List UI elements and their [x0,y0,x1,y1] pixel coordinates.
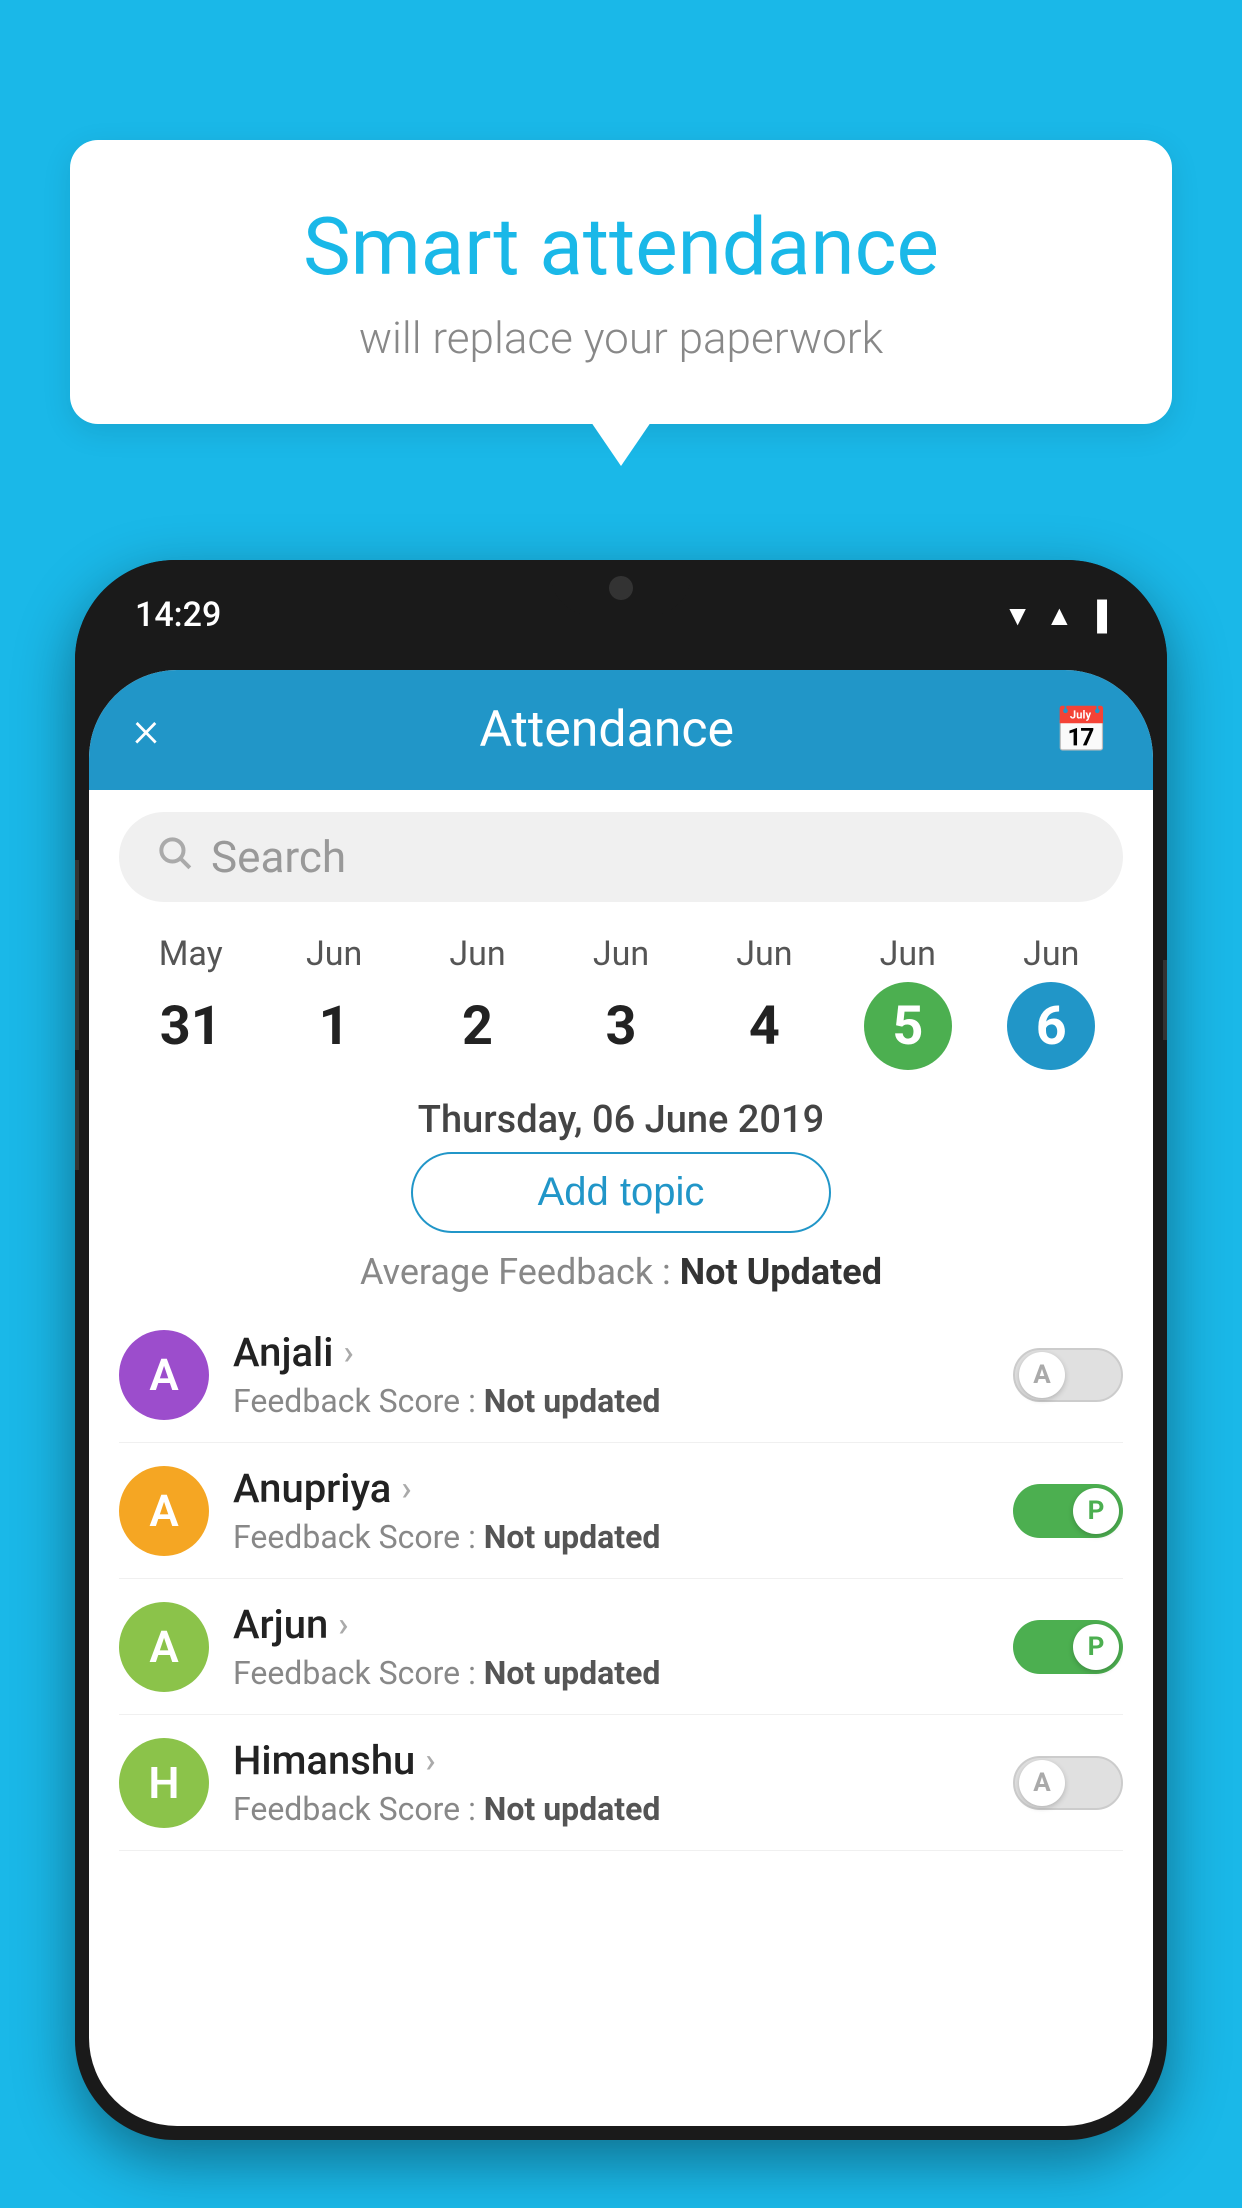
search-placeholder: Search [211,831,346,883]
bubble-subtitle: will replace your paperwork [150,312,1092,364]
toggle-knob: P [1073,1488,1119,1534]
date-number: 3 [577,982,665,1070]
phone-mute-button [75,860,79,920]
feedback-score: Feedback Score : Not updated [233,1654,989,1692]
toggle-container[interactable]: A [1013,1756,1123,1810]
date-number: 1 [290,982,378,1070]
chevron-right-icon: › [338,1605,348,1645]
student-item: A Anjali › Feedback Score : Not updated A [119,1307,1123,1443]
date-item[interactable]: May 31 [147,934,235,1070]
date-month: Jun [593,934,649,974]
date-number: 4 [720,982,808,1070]
phone-screen: × Attendance 📅 Search May31Jun1Jun2Jun3J… [89,670,1153,2126]
date-number: 6 [1007,982,1095,1070]
date-number: 2 [434,982,522,1070]
wifi-icon: ▼ [1004,599,1032,632]
student-item: A Anupriya › Feedback Score : Not updated P [119,1443,1123,1579]
date-item[interactable]: Jun 6 [1007,934,1095,1070]
date-month: May [159,934,223,974]
selected-date: Thursday, 06 June 2019 [89,1098,1153,1142]
student-info: Anupriya › Feedback Score : Not updated [233,1465,989,1556]
toggle-container[interactable]: A [1013,1348,1123,1402]
feedback-score: Feedback Score : Not updated [233,1790,989,1828]
phone-volume-down-button [75,1070,79,1170]
chevron-right-icon: › [343,1333,353,1373]
attendance-toggle[interactable]: P [1013,1484,1123,1538]
student-info: Arjun › Feedback Score : Not updated [233,1601,989,1692]
date-item[interactable]: Jun 1 [290,934,378,1070]
student-name[interactable]: Anupriya › [233,1465,989,1512]
app-title: Attendance [479,701,734,759]
date-number: 31 [147,982,235,1070]
student-name[interactable]: Himanshu › [233,1737,989,1784]
avatar: A [119,1466,209,1556]
student-name[interactable]: Arjun › [233,1601,989,1648]
date-month: Jun [736,934,792,974]
status-icons: ▼ ▲ ▐ [1004,599,1107,632]
avg-feedback-value: Not Updated [680,1251,882,1293]
attendance-toggle[interactable]: A [1013,1348,1123,1402]
search-icon [155,833,193,882]
avg-feedback-label: Average Feedback : [360,1251,680,1293]
student-item: H Himanshu › Feedback Score : Not updated A [119,1715,1123,1851]
student-item: A Arjun › Feedback Score : Not updated P [119,1579,1123,1715]
battery-icon: ▐ [1087,599,1107,632]
phone-frame: 14:29 ▼ ▲ ▐ × Attendance 📅 Search [75,560,1167,2140]
date-month: Jun [306,934,362,974]
chevron-right-icon: › [401,1469,411,1509]
status-time: 14:29 [135,595,221,635]
chevron-right-icon: › [425,1741,435,1781]
feedback-score: Feedback Score : Not updated [233,1518,989,1556]
avatar: H [119,1738,209,1828]
date-month: Jun [1023,934,1079,974]
toggle-knob: P [1073,1624,1119,1670]
student-list: AAnjali ›Feedback Score : Not updatedAAA… [89,1307,1153,1851]
bubble-title: Smart attendance [150,200,1092,294]
student-info: Himanshu › Feedback Score : Not updated [233,1737,989,1828]
signal-icon: ▲ [1045,599,1073,632]
close-button[interactable]: × [133,701,159,759]
attendance-toggle[interactable]: A [1013,1756,1123,1810]
phone-notch [551,560,691,615]
date-item[interactable]: Jun 3 [577,934,665,1070]
phone-power-button [1163,960,1167,1040]
add-topic-button[interactable]: Add topic [411,1152,831,1233]
date-item[interactable]: Jun 5 [864,934,952,1070]
date-month: Jun [449,934,505,974]
attendance-toggle[interactable]: P [1013,1620,1123,1674]
toggle-knob: A [1019,1352,1065,1398]
front-camera [609,576,633,600]
toggle-container[interactable]: P [1013,1484,1123,1538]
date-strip: May 31 Jun 1 Jun 2 Jun 3 Jun 4 Jun 5 Jun 6 [89,924,1153,1080]
avg-feedback: Average Feedback : Not Updated [89,1251,1153,1293]
feedback-score: Feedback Score : Not updated [233,1382,989,1420]
date-item[interactable]: Jun 2 [434,934,522,1070]
date-item[interactable]: Jun 4 [720,934,808,1070]
calendar-button[interactable]: 📅 [1054,704,1109,756]
speech-bubble: Smart attendance will replace your paper… [70,140,1172,424]
app-header: × Attendance 📅 [89,670,1153,790]
student-name[interactable]: Anjali › [233,1329,989,1376]
toggle-container[interactable]: P [1013,1620,1123,1674]
search-bar[interactable]: Search [119,812,1123,902]
speech-bubble-container: Smart attendance will replace your paper… [70,140,1172,424]
date-number: 5 [864,982,952,1070]
avatar: A [119,1330,209,1420]
phone-volume-up-button [75,950,79,1050]
toggle-knob: A [1019,1760,1065,1806]
student-info: Anjali › Feedback Score : Not updated [233,1329,989,1420]
avatar: A [119,1602,209,1692]
date-month: Jun [880,934,936,974]
